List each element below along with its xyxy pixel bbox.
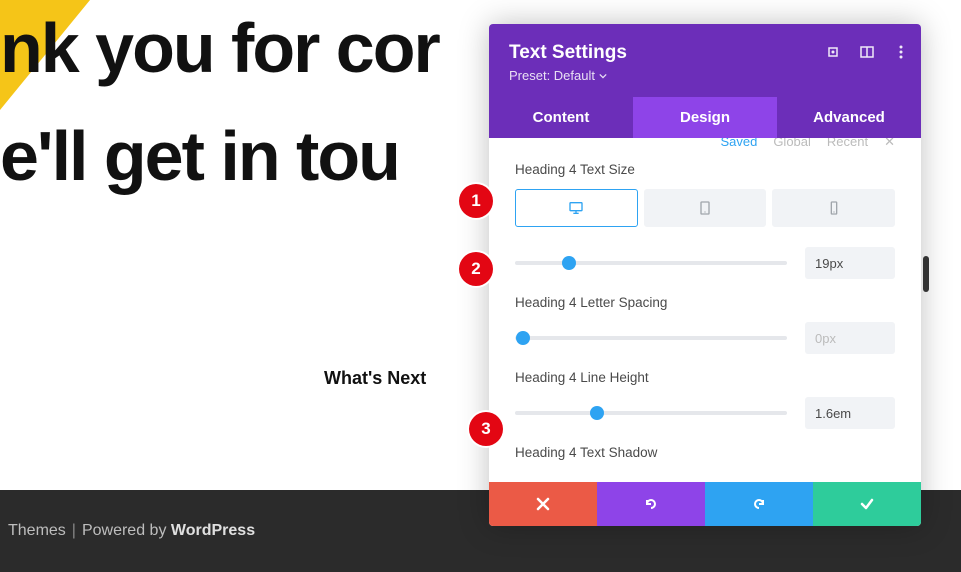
line-height-label: Heading 4 Line Height bbox=[515, 370, 895, 385]
panel-footer bbox=[489, 482, 921, 526]
cancel-button[interactable] bbox=[489, 482, 597, 526]
setting-letter-spacing: Heading 4 Letter Spacing 0px bbox=[489, 281, 921, 356]
tablet-icon bbox=[697, 200, 713, 216]
letter-spacing-input[interactable]: 0px bbox=[805, 322, 895, 354]
columns-icon[interactable] bbox=[859, 44, 875, 60]
desktop-icon bbox=[568, 200, 584, 216]
text-shadow-label: Heading 4 Text Shadow bbox=[515, 445, 895, 460]
more-icon[interactable] bbox=[893, 44, 909, 60]
setting-line-height: Heading 4 Line Height 1.6em bbox=[489, 356, 921, 431]
chevron-down-icon bbox=[599, 72, 607, 80]
expand-icon[interactable] bbox=[825, 44, 841, 60]
filter-recent[interactable]: Recent bbox=[827, 138, 868, 148]
callout-badge-2: 2 bbox=[459, 252, 493, 286]
check-icon bbox=[859, 496, 875, 512]
footer-themes-link[interactable]: Themes bbox=[8, 522, 66, 540]
text-settings-panel: Text Settings Preset: Default Content De… bbox=[489, 24, 921, 526]
undo-icon bbox=[643, 496, 659, 512]
close-icon bbox=[535, 496, 551, 512]
setting-text-shadow: Heading 4 Text Shadow bbox=[489, 431, 921, 472]
device-phone-button[interactable] bbox=[772, 189, 895, 227]
line-height-thumb[interactable] bbox=[590, 406, 604, 420]
tab-advanced[interactable]: Advanced bbox=[777, 97, 921, 138]
filter-global[interactable]: Global bbox=[773, 138, 811, 148]
device-desktop-button[interactable] bbox=[515, 189, 638, 227]
panel-header: Text Settings Preset: Default bbox=[489, 24, 921, 97]
filter-row: Saved Global Recent ✕ bbox=[489, 138, 921, 148]
text-size-label: Heading 4 Text Size bbox=[515, 162, 895, 177]
scrollbar[interactable] bbox=[923, 256, 929, 292]
whats-next-heading: What's Next bbox=[324, 368, 426, 389]
letter-spacing-slider[interactable] bbox=[515, 336, 787, 340]
filter-close-icon[interactable]: ✕ bbox=[884, 138, 895, 148]
phone-icon bbox=[826, 200, 842, 216]
redo-icon bbox=[751, 496, 767, 512]
headline-line-2: e'll get in tou bbox=[0, 120, 399, 194]
preset-dropdown[interactable]: Preset: Default bbox=[509, 68, 901, 83]
letter-spacing-label: Heading 4 Letter Spacing bbox=[515, 295, 895, 310]
footer-wordpress-link[interactable]: WordPress bbox=[171, 522, 255, 540]
letter-spacing-thumb[interactable] bbox=[516, 331, 530, 345]
text-size-input[interactable]: 19px bbox=[805, 247, 895, 279]
text-size-thumb[interactable] bbox=[562, 256, 576, 270]
filter-saved[interactable]: Saved bbox=[720, 138, 757, 148]
line-height-slider[interactable] bbox=[515, 411, 787, 415]
callout-badge-3: 3 bbox=[469, 412, 503, 446]
callout-badge-1: 1 bbox=[459, 184, 493, 218]
panel-tabs: Content Design Advanced bbox=[489, 97, 921, 138]
text-size-slider[interactable] bbox=[515, 261, 787, 265]
setting-text-size: Heading 4 Text Size bbox=[489, 148, 921, 229]
tab-content[interactable]: Content bbox=[489, 97, 633, 138]
line-height-input[interactable]: 1.6em bbox=[805, 397, 895, 429]
footer-powered-by: Powered by bbox=[82, 522, 167, 540]
save-button[interactable] bbox=[813, 482, 921, 526]
redo-button[interactable] bbox=[705, 482, 813, 526]
device-tablet-button[interactable] bbox=[644, 189, 767, 227]
footer-separator: | bbox=[72, 522, 76, 540]
headline-line-1: nk you for cor bbox=[0, 12, 439, 86]
undo-button[interactable] bbox=[597, 482, 705, 526]
tab-design[interactable]: Design bbox=[633, 97, 777, 138]
panel-body: Saved Global Recent ✕ Heading 4 Text Siz… bbox=[489, 138, 921, 472]
